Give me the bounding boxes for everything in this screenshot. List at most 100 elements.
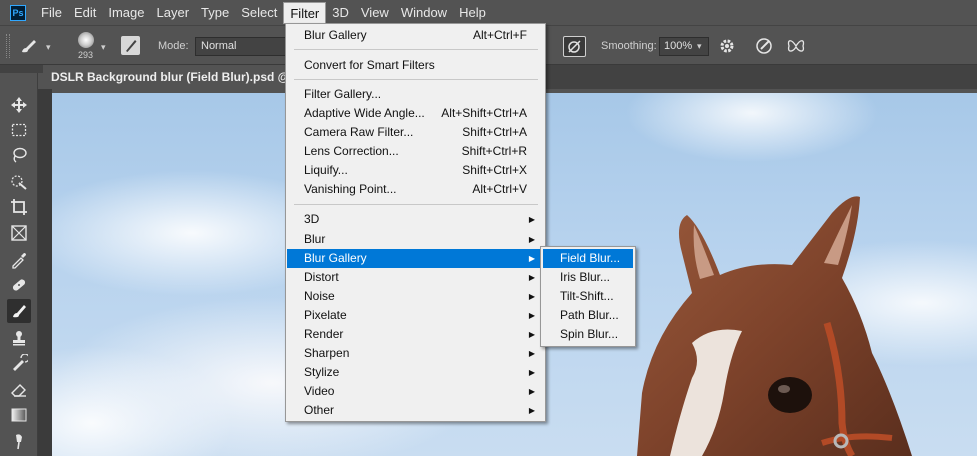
menu-window[interactable]: Window [395, 2, 453, 24]
chevron-right-icon: ▶ [528, 349, 535, 358]
gear-icon[interactable] [718, 37, 736, 55]
menu-item-label: Sharpen [304, 346, 350, 360]
menu-edit[interactable]: Edit [68, 2, 102, 24]
menu-item-label: Video [304, 384, 335, 398]
crop-icon[interactable] [7, 195, 31, 219]
brush-preview-icon[interactable] [78, 32, 94, 48]
menu-item-label: Filter Gallery... [304, 87, 382, 101]
smoothing-chevron-down-icon[interactable]: ▾ [697, 41, 702, 52]
menu-separator [294, 204, 538, 205]
filter-menu-item-convert-smart[interactable]: Convert for Smart Filters [287, 56, 544, 75]
chevron-right-icon: ▶ [528, 387, 535, 396]
eyedropper-icon[interactable] [7, 248, 31, 272]
marquee-icon[interactable] [7, 118, 31, 142]
menu-item-label: Blur Gallery [304, 28, 367, 42]
menu-item-shortcut: Alt+Ctrl+F [472, 28, 527, 42]
filter-menu-item-render[interactable]: Render ▶ [287, 325, 544, 344]
filter-menu-item-lens-correction[interactable]: Lens Correction... Shift+Ctrl+R [287, 142, 544, 161]
menu-item-shortcut: Shift+Ctrl+R [461, 144, 527, 158]
submenu-item-field-blur[interactable]: Field Blur... [543, 249, 633, 268]
pressure-size-icon[interactable] [563, 36, 586, 57]
brush-angle-icon[interactable] [754, 36, 774, 56]
filter-menu-item-sharpen[interactable]: Sharpen ▶ [287, 344, 544, 363]
brush-icon[interactable] [7, 299, 31, 323]
filter-menu-item-filter-gallery[interactable]: Filter Gallery... [287, 85, 544, 104]
menu-item-label: Camera Raw Filter... [304, 125, 414, 139]
menu-bar: Ps File Edit Image Layer Type Select Fil… [0, 0, 977, 25]
menu-item-label: Other [304, 403, 335, 417]
options-bar-grip[interactable] [6, 34, 10, 58]
photoshop-logo-icon[interactable]: Ps [10, 4, 26, 21]
menu-image[interactable]: Image [102, 2, 150, 24]
chevron-right-icon: ▶ [528, 330, 535, 339]
submenu-item-path-blur[interactable]: Path Blur... [543, 306, 633, 325]
brush-settings-panel-icon[interactable] [121, 36, 140, 55]
menu-item-shortcut: Shift+Ctrl+X [462, 163, 527, 177]
menu-item-label: Adaptive Wide Angle... [304, 106, 425, 120]
filter-menu-item-video[interactable]: Video ▶ [287, 382, 544, 401]
chevron-right-icon: ▶ [528, 215, 535, 224]
menu-select[interactable]: Select [235, 2, 283, 24]
smoothing-label: Smoothing: [601, 40, 657, 52]
chevron-right-icon: ▶ [528, 406, 535, 415]
filter-menu-item-adaptive-wide-angle[interactable]: Adaptive Wide Angle... Alt+Shift+Ctrl+A [287, 104, 544, 123]
menu-filter[interactable]: Filter [283, 1, 327, 24]
filter-menu-item-other[interactable]: Other ▶ [287, 401, 544, 420]
menu-layer[interactable]: Layer [151, 2, 196, 24]
filter-menu-item-stylize[interactable]: Stylize ▶ [287, 363, 544, 382]
chevron-right-icon: ▶ [528, 311, 535, 320]
menu-item-label: Blur [304, 232, 326, 246]
filter-menu-dropdown: Blur Gallery Alt+Ctrl+F Convert for Smar… [285, 23, 546, 422]
eraser-icon[interactable] [7, 378, 31, 402]
chevron-right-icon: ▶ [528, 273, 535, 282]
filter-menu-item-vanishing-point[interactable]: Vanishing Point... Alt+Ctrl+V [287, 180, 544, 199]
menu-item-label: 3D [304, 212, 320, 226]
blur-gallery-submenu: Field Blur... Iris Blur... Tilt-Shift...… [540, 246, 636, 347]
menu-item-label: Render [304, 327, 344, 341]
tool-preset-chevron-down-icon[interactable]: ▾ [46, 42, 51, 53]
filter-menu-item-distort[interactable]: Distort ▶ [287, 268, 544, 287]
history-brush-icon[interactable] [7, 351, 31, 375]
gradient-icon[interactable] [7, 403, 31, 427]
filter-menu-item-noise[interactable]: Noise ▶ [287, 287, 544, 306]
menu-file[interactable]: File [35, 2, 68, 24]
tool-preset-brush-icon[interactable] [18, 36, 40, 56]
menu-view[interactable]: View [355, 2, 395, 24]
menu-help[interactable]: Help [453, 2, 492, 24]
menu-item-shortcut: Alt+Ctrl+V [472, 182, 527, 196]
document-tab[interactable]: DSLR Background blur (Field Blur).psd @ … [43, 65, 293, 89]
filter-menu-item-camera-raw[interactable]: Camera Raw Filter... Shift+Ctrl+A [287, 123, 544, 142]
submenu-item-tilt-shift[interactable]: Tilt-Shift... [543, 287, 633, 306]
submenu-item-iris-blur[interactable]: Iris Blur... [543, 268, 633, 287]
panel-collapse-strip[interactable] [0, 65, 43, 73]
smudge-icon[interactable] [7, 429, 31, 453]
filter-menu-item-liquify[interactable]: Liquify... Shift+Ctrl+X [287, 161, 544, 180]
menu-item-label: Lens Correction... [304, 144, 399, 158]
healing-icon[interactable] [7, 273, 31, 297]
filter-menu-item-blur-gallery-last[interactable]: Blur Gallery Alt+Ctrl+F [287, 26, 544, 45]
submenu-item-spin-blur[interactable]: Spin Blur... [543, 325, 633, 344]
filter-menu-item-3d[interactable]: 3D ▶ [287, 210, 544, 229]
chevron-right-icon: ▶ [528, 235, 535, 244]
menu-item-label: Noise [304, 289, 335, 303]
menu-type[interactable]: Type [195, 2, 235, 24]
menu-item-label: Convert for Smart Filters [304, 58, 435, 72]
frame-icon[interactable] [7, 221, 31, 245]
menu-3d[interactable]: 3D [326, 2, 355, 24]
brush-size-value: 293 [78, 50, 94, 60]
tools-panel [0, 73, 38, 456]
menu-item-shortcut: Alt+Shift+Ctrl+A [441, 106, 527, 120]
filter-menu-item-blur[interactable]: Blur ▶ [287, 230, 544, 249]
stamp-icon[interactable] [7, 326, 31, 350]
lasso-icon[interactable] [7, 143, 31, 167]
quick-select-icon[interactable] [7, 170, 31, 194]
filter-menu-item-pixelate[interactable]: Pixelate ▶ [287, 306, 544, 325]
mode-label: Mode: [158, 40, 189, 52]
brush-picker-chevron-down-icon[interactable]: ▾ [101, 42, 106, 53]
filter-menu-item-blur-gallery[interactable]: Blur Gallery ▶ [287, 249, 544, 268]
mode-select[interactable]: Normal [195, 37, 287, 56]
chevron-right-icon: ▶ [528, 368, 535, 377]
symmetry-butterfly-icon[interactable] [786, 36, 806, 56]
menu-item-label: Pixelate [304, 308, 347, 322]
move-icon[interactable] [7, 93, 31, 117]
